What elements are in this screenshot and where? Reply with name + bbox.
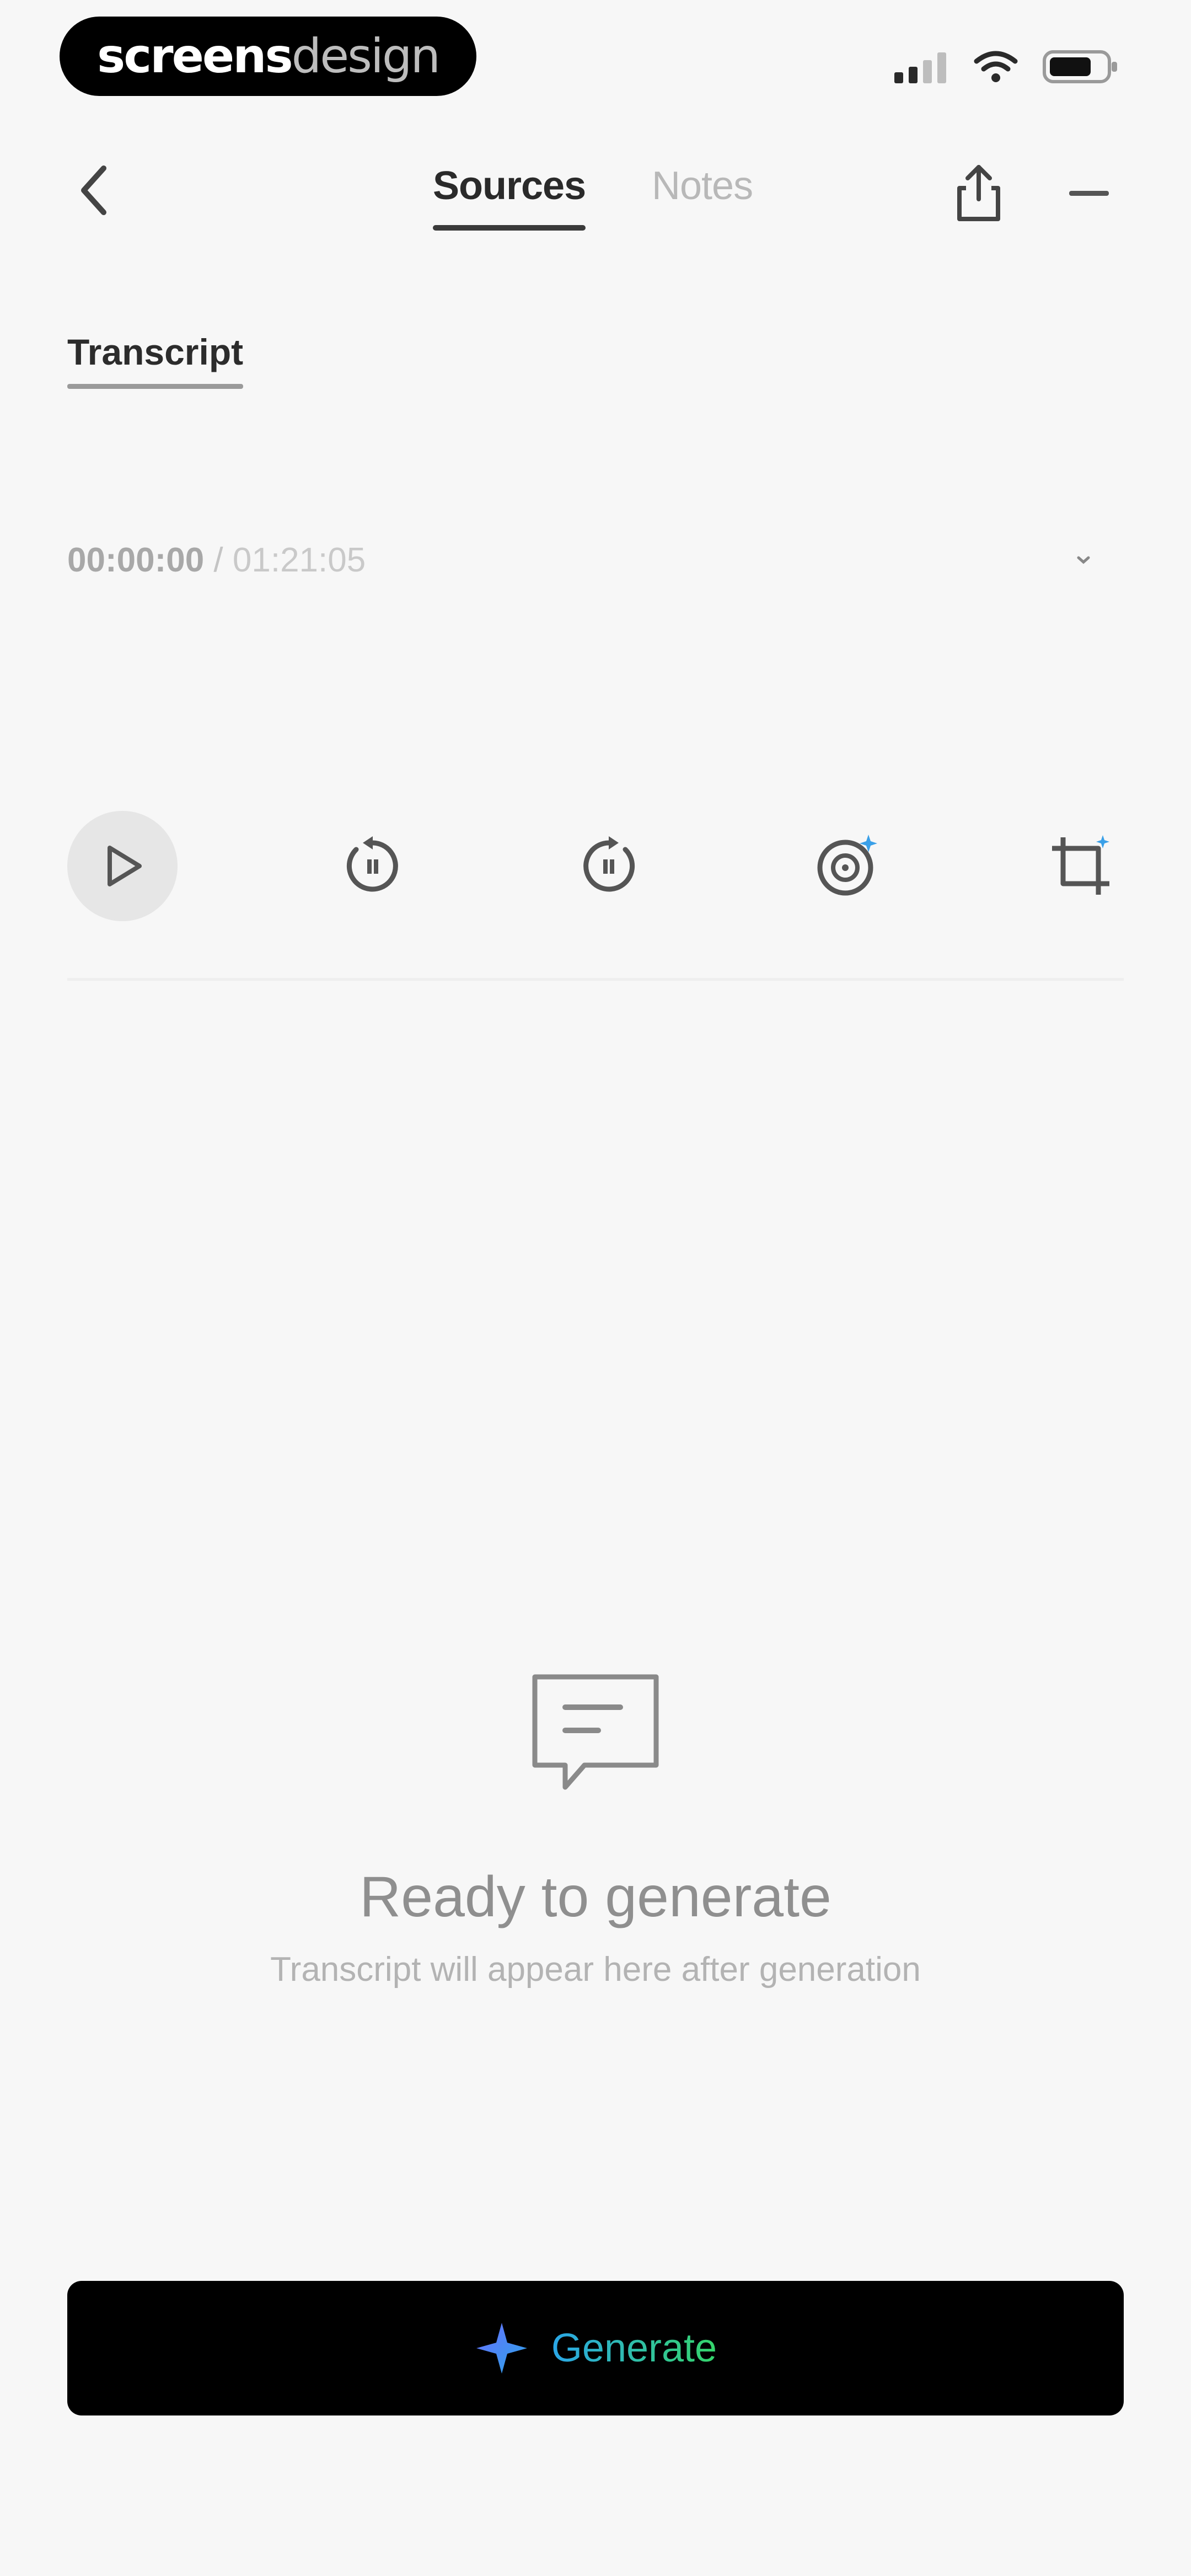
tab-active-indicator <box>433 225 586 231</box>
crop-icon <box>1052 835 1109 895</box>
chevron-left-icon <box>81 165 106 215</box>
brand-text-part1: screens <box>97 29 293 84</box>
time-total: 01:21:05 <box>232 541 366 579</box>
chat-bubble-icon <box>524 1666 667 1798</box>
time-separator: / <box>204 541 233 579</box>
tab-notes[interactable]: Notes <box>652 163 753 209</box>
more-button[interactable] <box>1064 182 1114 204</box>
playback-time: 00:00:00 / 01:21:05 <box>67 541 366 580</box>
generate-button[interactable]: Generate <box>67 2281 1124 2415</box>
ai-target-button[interactable] <box>794 811 904 921</box>
fast-forward-button[interactable] <box>554 811 664 921</box>
status-icons <box>894 49 1119 85</box>
transcript-label: Transcript <box>67 332 244 372</box>
time-current: 00:00:00 <box>67 541 205 579</box>
share-button[interactable] <box>948 157 1009 229</box>
rewind-button[interactable] <box>318 811 428 921</box>
play-button[interactable] <box>67 811 178 921</box>
rewind-icon <box>346 836 398 892</box>
share-icon <box>957 165 1000 221</box>
more-horizontal-icon <box>1069 191 1109 196</box>
chevron-down-icon <box>1077 556 1090 564</box>
wifi-icon <box>974 51 1018 82</box>
brand-text-part2: design <box>291 29 441 84</box>
divider <box>67 978 1124 981</box>
expand-toggle[interactable] <box>1070 549 1097 571</box>
battery-icon <box>1043 50 1117 83</box>
brand-logo: screens design <box>60 17 476 96</box>
section-tab-transcript[interactable]: Transcript <box>67 331 244 389</box>
generate-label: Generate <box>551 2326 717 2370</box>
fast-forward-icon <box>583 836 635 892</box>
signal-icon <box>894 52 946 83</box>
transcript-underline <box>67 384 244 389</box>
sparkle-icon <box>476 2323 527 2374</box>
empty-state-title: Ready to generate <box>360 1865 831 1929</box>
back-button[interactable] <box>66 157 121 223</box>
empty-state-subtitle: Transcript will appear here after genera… <box>270 1950 921 1989</box>
ai-target-icon <box>817 835 877 896</box>
tab-notes-label: Notes <box>652 164 753 208</box>
tab-sources-label: Sources <box>433 164 586 208</box>
play-icon <box>108 846 142 886</box>
crop-button[interactable] <box>1026 811 1136 921</box>
tab-sources[interactable]: Sources <box>433 163 586 231</box>
